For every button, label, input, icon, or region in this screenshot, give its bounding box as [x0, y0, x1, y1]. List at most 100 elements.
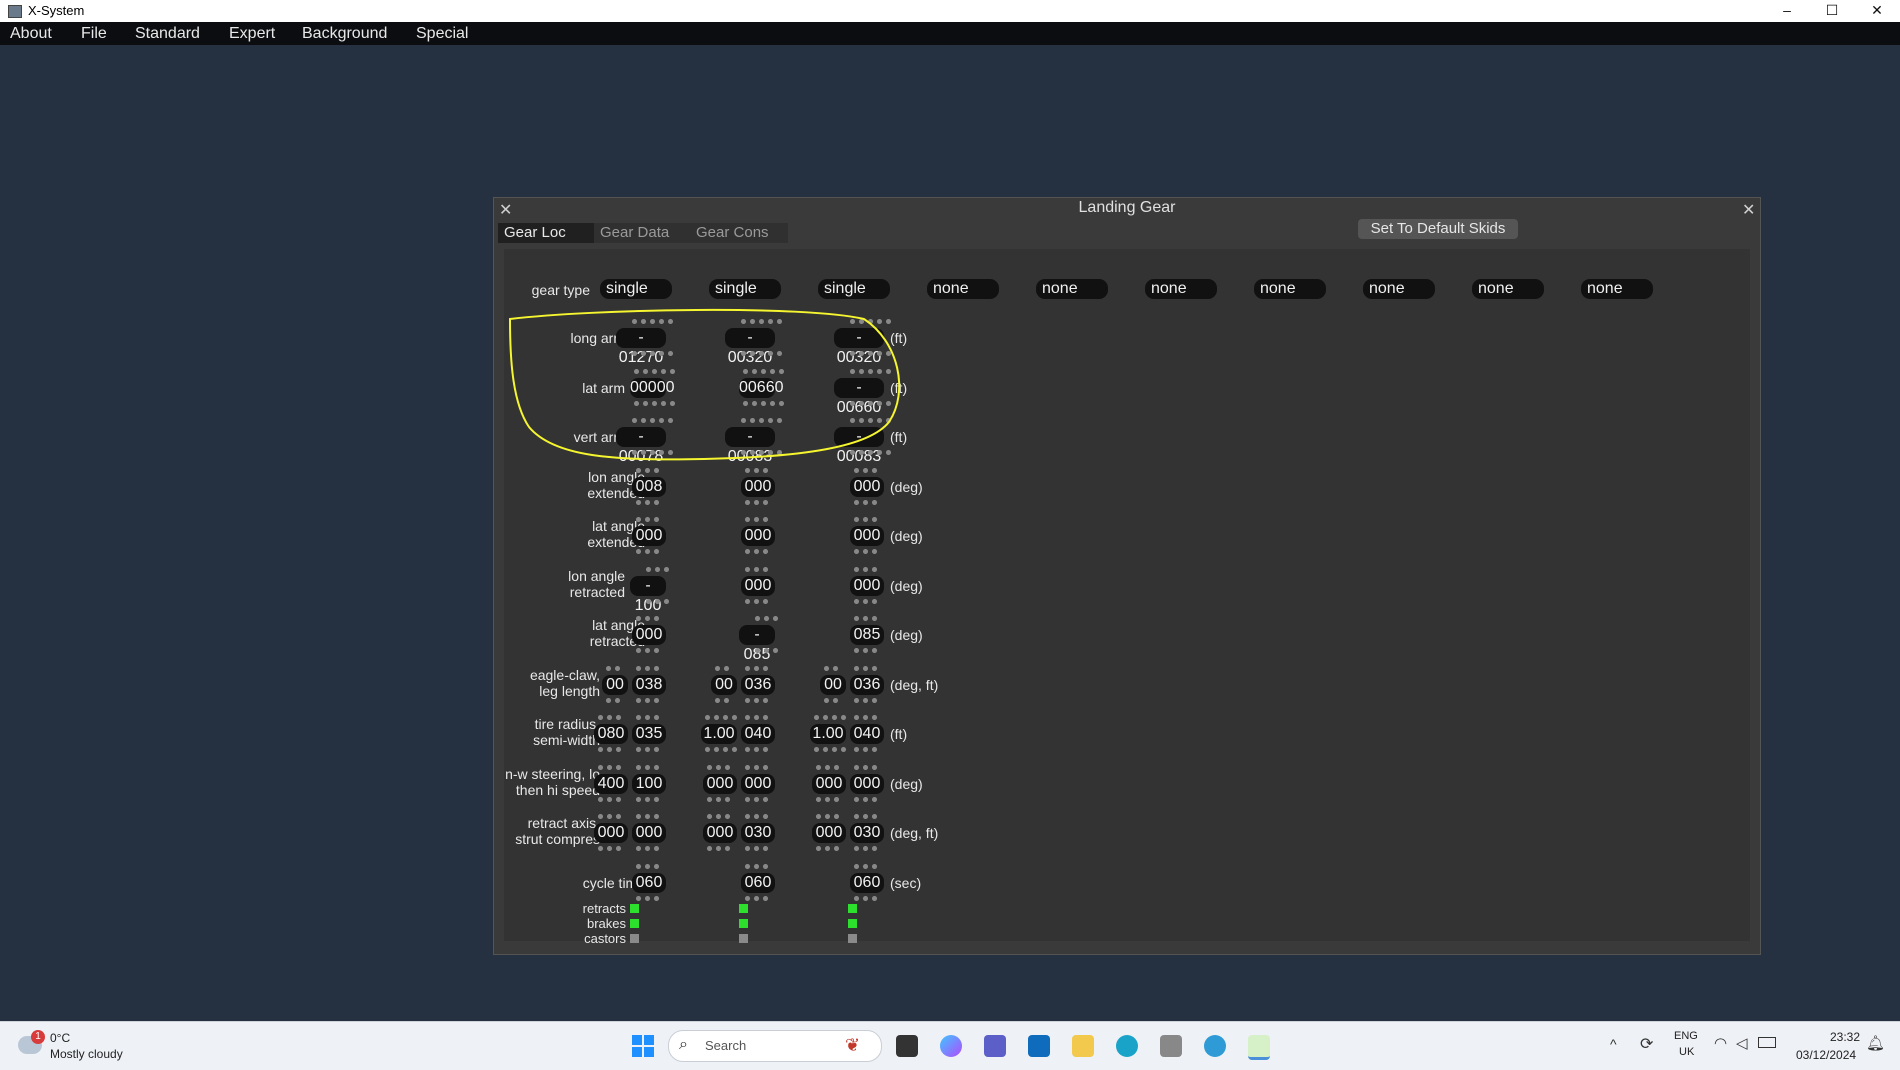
increment-arrows[interactable]	[743, 813, 770, 820]
decrement-arrows[interactable]	[644, 598, 671, 605]
volume-icon[interactable]: ◁	[1736, 1034, 1748, 1052]
notification-icon[interactable]: 🔔︎	[1866, 1034, 1885, 1052]
gear-checkbox[interactable]	[848, 934, 857, 943]
gear-value-field[interactable]: 085	[850, 625, 884, 645]
decrement-arrows[interactable]	[634, 697, 661, 704]
increment-arrows[interactable]	[822, 665, 840, 672]
increment-arrows[interactable]	[814, 764, 841, 771]
increment-arrows[interactable]	[596, 764, 623, 771]
minimize-button[interactable]: –	[1765, 0, 1809, 22]
decrement-arrows[interactable]	[713, 697, 731, 704]
increment-arrows[interactable]	[743, 665, 770, 672]
decrement-arrows[interactable]	[852, 895, 879, 902]
increment-arrows[interactable]	[604, 665, 622, 672]
file-explorer-icon[interactable]	[1072, 1035, 1094, 1057]
gear-checkbox[interactable]	[848, 919, 857, 928]
task-view-icon[interactable]	[896, 1035, 918, 1057]
gear-checkbox[interactable]	[630, 904, 639, 913]
gear-value-field[interactable]: 080	[594, 724, 628, 744]
increment-arrows[interactable]	[753, 615, 780, 622]
gear-value-field[interactable]: 060	[741, 873, 775, 893]
gear-checkbox[interactable]	[848, 904, 857, 913]
gear-value-field[interactable]: 1.00	[701, 724, 737, 744]
decrement-arrows[interactable]	[705, 796, 732, 803]
gear-type-select[interactable]: none	[1581, 279, 1653, 299]
edge-icon[interactable]	[1116, 1035, 1138, 1057]
decrement-arrows[interactable]	[852, 548, 879, 555]
decrement-arrows[interactable]	[743, 697, 770, 704]
gear-value-field[interactable]: 000	[632, 526, 666, 546]
close-button[interactable]: ✕	[1855, 0, 1899, 22]
increment-arrows[interactable]	[743, 566, 770, 573]
increment-arrows[interactable]	[852, 764, 879, 771]
gear-value-field[interactable]: 000	[741, 477, 775, 497]
tab-gear-cons[interactable]: Gear Cons	[690, 223, 788, 243]
tab-gear-data[interactable]: Gear Data	[594, 223, 692, 243]
increment-arrows[interactable]	[814, 813, 841, 820]
decrement-arrows[interactable]	[743, 796, 770, 803]
dialog-close-right-icon[interactable]: ✕	[1742, 200, 1755, 220]
gear-value-field[interactable]: 036	[741, 675, 775, 695]
store-icon[interactable]	[1028, 1035, 1050, 1057]
increment-arrows[interactable]	[743, 516, 770, 523]
gear-value-field[interactable]: 400	[594, 774, 628, 794]
search-box[interactable]: ⌕ Search ❦	[668, 1030, 882, 1062]
gear-value-field[interactable]: 036	[850, 675, 884, 695]
menu-standard[interactable]: Standard	[135, 25, 200, 43]
decrement-arrows[interactable]	[634, 499, 661, 506]
x-plane-icon[interactable]	[1248, 1035, 1270, 1060]
increment-arrows[interactable]	[596, 714, 623, 721]
gear-value-field[interactable]: 00	[711, 675, 737, 695]
increment-arrows[interactable]	[703, 714, 739, 721]
decrement-arrows[interactable]	[634, 548, 661, 555]
increment-arrows[interactable]	[705, 813, 732, 820]
gear-type-select[interactable]: single	[709, 279, 781, 299]
menu-background[interactable]: Background	[302, 25, 387, 43]
gear-value-field[interactable]: 040	[850, 724, 884, 744]
gear-value-field[interactable]: 035	[632, 724, 666, 744]
gear-value-field[interactable]: 000	[741, 576, 775, 596]
gear-value-field[interactable]: 060	[850, 873, 884, 893]
decrement-arrows[interactable]	[634, 895, 661, 902]
decrement-arrows[interactable]	[743, 845, 770, 852]
increment-arrows[interactable]	[852, 516, 879, 523]
increment-arrows[interactable]	[812, 714, 848, 721]
decrement-arrows[interactable]	[604, 697, 622, 704]
clock-time[interactable]: 23:32	[1830, 1030, 1860, 1044]
decrement-arrows[interactable]	[634, 647, 661, 654]
gear-value-field[interactable]: - 100	[630, 576, 666, 614]
menu-file[interactable]: File	[81, 25, 107, 43]
increment-arrows[interactable]	[852, 714, 879, 721]
increment-arrows[interactable]	[852, 863, 879, 870]
globe-icon[interactable]	[1204, 1035, 1226, 1057]
decrement-arrows[interactable]	[812, 746, 848, 753]
increment-arrows[interactable]	[743, 764, 770, 771]
decrement-arrows[interactable]	[743, 548, 770, 555]
copilot-icon[interactable]	[940, 1035, 962, 1057]
decrement-arrows[interactable]	[852, 746, 879, 753]
gear-value-field[interactable]: 000	[741, 774, 775, 794]
gear-checkbox[interactable]	[739, 904, 748, 913]
decrement-arrows[interactable]	[634, 746, 661, 753]
gear-type-select[interactable]: none	[927, 279, 999, 299]
teams-icon[interactable]	[984, 1035, 1006, 1057]
gear-value-field[interactable]: 000	[812, 774, 846, 794]
decrement-arrows[interactable]	[743, 895, 770, 902]
decrement-arrows[interactable]	[852, 647, 879, 654]
gear-type-select[interactable]: none	[1254, 279, 1326, 299]
gear-value-field[interactable]: 030	[741, 823, 775, 843]
gear-value-field[interactable]: 000	[812, 823, 846, 843]
decrement-arrows[interactable]	[852, 845, 879, 852]
increment-arrows[interactable]	[634, 665, 661, 672]
increment-arrows[interactable]	[634, 516, 661, 523]
gear-value-field[interactable]: 100	[632, 774, 666, 794]
gear-value-field[interactable]: - 085	[739, 625, 775, 663]
decrement-arrows[interactable]	[596, 845, 623, 852]
decrement-arrows[interactable]	[852, 598, 879, 605]
gear-type-select[interactable]: single	[818, 279, 890, 299]
tray-chevron-icon[interactable]: ^	[1610, 1036, 1617, 1052]
decrement-arrows[interactable]	[822, 697, 840, 704]
increment-arrows[interactable]	[743, 863, 770, 870]
tab-gear-loc[interactable]: Gear Loc	[498, 223, 596, 243]
decrement-arrows[interactable]	[743, 499, 770, 506]
